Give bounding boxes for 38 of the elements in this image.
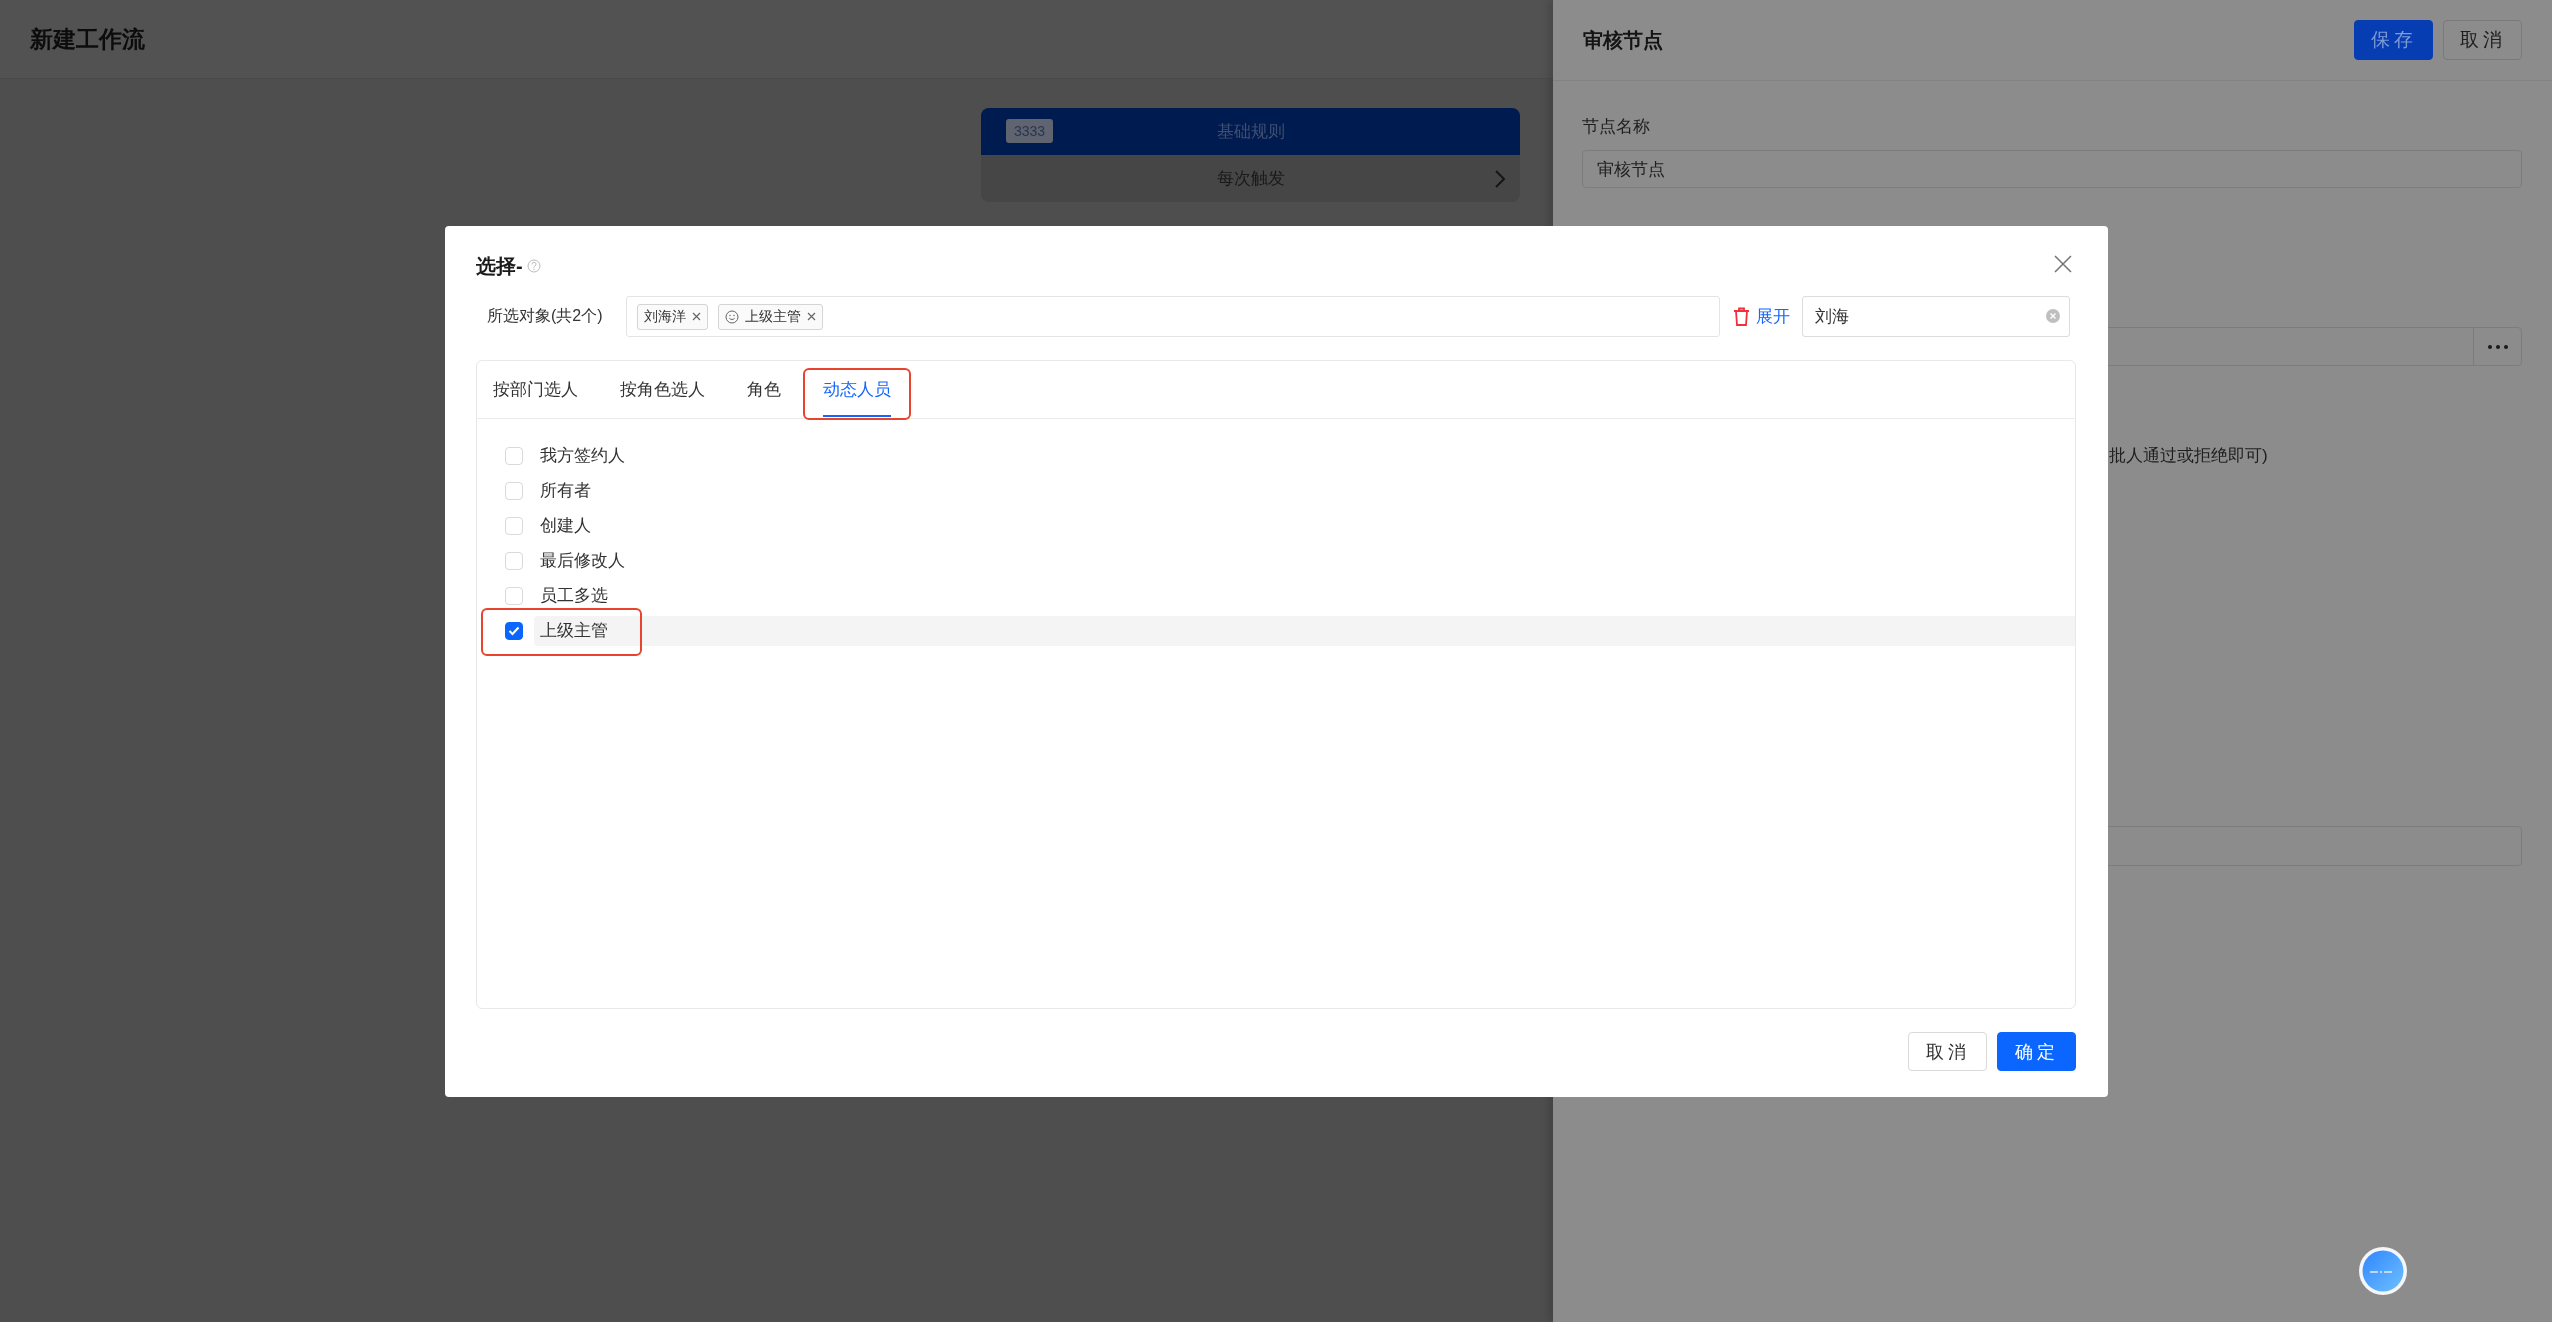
trash-icon[interactable] (1733, 307, 1750, 326)
smiley-icon (725, 309, 739, 324)
option-label[interactable]: 所有者 (534, 475, 2075, 506)
selected-tag[interactable]: 上级主管 (718, 303, 823, 330)
remove-icon[interactable] (692, 312, 701, 321)
confirm-button[interactable]: 确定 (1997, 1032, 2076, 1071)
drawer-title: 审核节点 (1583, 27, 1663, 53)
cancel-button[interactable]: 取消 (2443, 20, 2522, 60)
tab[interactable]: 按部门选人 (477, 361, 594, 418)
option-label[interactable]: 创建人 (534, 510, 2075, 541)
tab[interactable]: 角色 (731, 361, 797, 418)
remove-icon[interactable] (807, 312, 816, 321)
field-label: 节点名称 (1582, 116, 1651, 138)
option-label[interactable]: 最后修改人 (534, 545, 2075, 576)
node-title: 基础规则 (1216, 121, 1285, 143)
dialog-title: 选择- (476, 253, 523, 279)
expand-link[interactable]: 展开 (1756, 305, 1790, 328)
cancel-button[interactable]: 取消 (1908, 1032, 1987, 1071)
floating-assistant-button[interactable] (2358, 1246, 2408, 1296)
clear-icon[interactable] (2046, 309, 2060, 323)
tag-label: 刘海洋 (644, 307, 686, 326)
more-icon (2487, 344, 2508, 349)
close-icon[interactable] (2054, 255, 2072, 273)
search-field[interactable]: 刘海 (1802, 296, 2070, 337)
tab[interactable]: 按角色选人 (604, 361, 721, 418)
tab[interactable]: 动态人员 (807, 361, 907, 418)
selected-tag[interactable]: 刘海洋 (637, 303, 708, 330)
checkbox[interactable] (505, 621, 523, 640)
option-label[interactable]: 我方签约人 (534, 440, 2075, 471)
chevron-right-icon[interactable] (1494, 170, 1506, 188)
page-title: 新建工作流 (30, 24, 145, 54)
node-name-field[interactable]: 审核节点 (1582, 150, 2522, 188)
option-label[interactable]: 员工多选 (534, 580, 2075, 611)
tag-label: 上级主管 (745, 307, 801, 326)
help-icon[interactable] (526, 259, 541, 273)
option-label[interactable]: 上级主管 (534, 615, 2075, 646)
selected-label: 所选对象(共2个) (486, 306, 604, 326)
approval-note: 批人通过或拒绝即可) (2109, 445, 2269, 467)
